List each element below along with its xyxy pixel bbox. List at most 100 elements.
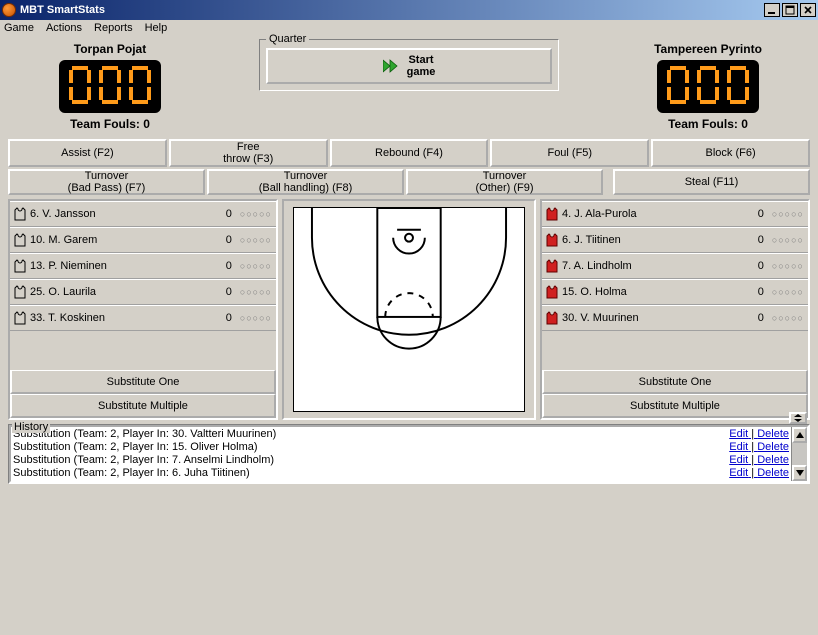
home-team-name: Torpan Pojat <box>10 42 210 56</box>
quarter-legend: Quarter <box>266 33 309 45</box>
foul-dots: ○○○○○ <box>772 261 804 271</box>
rebound-button[interactable]: Rebound (F4) <box>330 139 489 167</box>
start-game-button[interactable]: Startgame <box>266 48 552 84</box>
history-delete-link[interactable]: Delete <box>757 454 789 466</box>
away-sub-multi-button[interactable]: Substitute Multiple <box>542 394 808 418</box>
player-row[interactable]: 33. T. Koskinen 0 ○○○○○ <box>10 305 276 331</box>
menubar: Game Actions Reports Help <box>0 20 818 36</box>
away-team-name: Tampereen Pyrinto <box>608 42 808 56</box>
player-row[interactable]: 13. P. Nieminen 0 ○○○○○ <box>10 253 276 279</box>
player-name: 15. O. Holma <box>562 286 742 298</box>
history-text: Substitution (Team: 2, Player In: 15. Ol… <box>13 441 258 454</box>
history-panel: History Substitution (Team: 2, Player In… <box>4 424 814 484</box>
player-name: 6. V. Jansson <box>30 208 210 220</box>
player-points: 0 <box>746 312 764 324</box>
play-icon <box>383 59 401 73</box>
home-team-block: Torpan Pojat Team Fouls: 0 <box>10 42 210 131</box>
history-edit-link[interactable]: Edit <box>729 454 748 466</box>
score-row: Torpan Pojat Team Fouls: 0 Quarter Start… <box>4 40 814 139</box>
jersey-icon <box>546 233 558 247</box>
player-row[interactable]: 7. A. Lindholm0○○○○○ <box>542 253 808 279</box>
menu-help[interactable]: Help <box>145 22 168 34</box>
history-collapse-button[interactable] <box>789 412 807 424</box>
court-diagram[interactable] <box>293 207 525 412</box>
jersey-icon <box>14 311 26 325</box>
jersey-icon <box>546 311 558 325</box>
player-points: 0 <box>746 286 764 298</box>
history-text: Substitution (Team: 2, Player In: 6. Juh… <box>13 467 250 480</box>
history-delete-link[interactable]: Delete <box>757 467 789 479</box>
player-points: 0 <box>746 234 764 246</box>
history-scrollbar[interactable] <box>791 427 807 481</box>
quarter-group: Quarter Startgame <box>259 39 559 91</box>
player-name: 33. T. Koskinen <box>30 312 210 324</box>
away-team-block: Tampereen Pyrinto Team Fouls: 0 <box>608 42 808 131</box>
digit-0 <box>664 64 692 106</box>
assist-button[interactable]: Assist (F2) <box>8 139 167 167</box>
home-roster: 6. V. Jansson0○○○○○10. M. Garem0○○○○○13.… <box>8 199 278 420</box>
history-text: Substitution (Team: 2, Player In: 7. Ans… <box>13 454 274 467</box>
menu-actions[interactable]: Actions <box>46 22 82 34</box>
history-text: Substitution (Team: 2, Player In: 30. Va… <box>13 428 276 441</box>
turnover-other-button[interactable]: Turnover(Other) (F9) <box>406 169 603 195</box>
away-sub-one-button[interactable]: Substitute One <box>542 370 808 394</box>
away-score-display <box>657 60 759 113</box>
foul-dots: ○○○○○ <box>240 261 272 271</box>
player-name: 13. P. Nieminen <box>30 260 210 272</box>
history-line: Substitution (Team: 2, Player In: 6. Juh… <box>13 467 789 480</box>
scroll-up-icon[interactable] <box>792 427 807 443</box>
close-button[interactable] <box>800 3 816 17</box>
minimize-button[interactable] <box>764 3 780 17</box>
action-row-2: Turnover(Bad Pass) (F7) Turnover(Ball ha… <box>4 169 814 195</box>
history-edit-link[interactable]: Edit <box>729 467 748 479</box>
court-panel <box>282 199 536 420</box>
jersey-icon <box>14 207 26 221</box>
window-title: MBT SmartStats <box>20 4 764 16</box>
player-row[interactable]: 6. V. Jansson0○○○○○ <box>10 201 276 227</box>
player-row[interactable]: 4. J. Ala-Purola0○○○○○ <box>542 201 808 227</box>
foul-dots: ○○○○○ <box>240 313 272 323</box>
jersey-icon <box>546 259 558 273</box>
foul-dots: ○○○○○ <box>240 209 272 219</box>
menu-game[interactable]: Game <box>4 22 34 34</box>
digit-0 <box>66 64 94 106</box>
history-delete-link[interactable]: Delete <box>757 428 789 440</box>
player-points: 0 <box>746 260 764 272</box>
turnover-ballhandling-button[interactable]: Turnover(Ball handling) (F8) <box>207 169 404 195</box>
foul-dots: ○○○○○ <box>772 235 804 245</box>
turnover-badpass-button[interactable]: Turnover(Bad Pass) (F7) <box>8 169 205 195</box>
foul-dots: ○○○○○ <box>240 287 272 297</box>
player-points: 0 <box>214 234 232 246</box>
history-delete-link[interactable]: Delete <box>757 441 789 453</box>
player-points: 0 <box>214 312 232 324</box>
foul-dots: ○○○○○ <box>240 235 272 245</box>
middle-row: 6. V. Jansson0○○○○○10. M. Garem0○○○○○13.… <box>4 197 814 422</box>
player-name: 6. J. Tiitinen <box>562 234 742 246</box>
player-row[interactable]: 25. O. Laurila0○○○○○ <box>10 279 276 305</box>
player-row[interactable]: 30. V. Muurinen0○○○○○ <box>542 305 808 331</box>
block-button[interactable]: Block (F6) <box>651 139 810 167</box>
maximize-button[interactable] <box>782 3 798 17</box>
home-score-display <box>59 60 161 113</box>
jersey-icon <box>14 259 26 273</box>
player-points: 0 <box>214 260 232 272</box>
history-line: Substitution (Team: 2, Player In: 15. Ol… <box>13 441 789 454</box>
history-legend: History <box>12 421 50 433</box>
history-edit-link[interactable]: Edit <box>729 428 748 440</box>
start-game-label: Startgame <box>407 54 436 78</box>
home-sub-one-button[interactable]: Substitute One <box>10 370 276 394</box>
steal-button[interactable]: Steal (F11) <box>613 169 810 195</box>
player-row[interactable]: 10. M. Garem0○○○○○ <box>10 227 276 253</box>
foul-button[interactable]: Foul (F5) <box>490 139 649 167</box>
player-row[interactable]: 6. J. Tiitinen 0 ○○○○○ <box>542 227 808 253</box>
player-row[interactable]: 15. O. Holma0○○○○○ <box>542 279 808 305</box>
home-sub-multi-button[interactable]: Substitute Multiple <box>10 394 276 418</box>
menu-reports[interactable]: Reports <box>94 22 133 34</box>
history-edit-link[interactable]: Edit <box>729 441 748 453</box>
digit-0 <box>694 64 722 106</box>
digit-0 <box>724 64 752 106</box>
scroll-down-icon[interactable] <box>792 465 807 481</box>
away-roster: 4. J. Ala-Purola0○○○○○ 6. J. Tiitinen 0 ○○○… <box>540 199 810 420</box>
freethrow-button[interactable]: Freethrow (F3) <box>169 139 328 167</box>
player-name: 25. O. Laurila <box>30 286 210 298</box>
